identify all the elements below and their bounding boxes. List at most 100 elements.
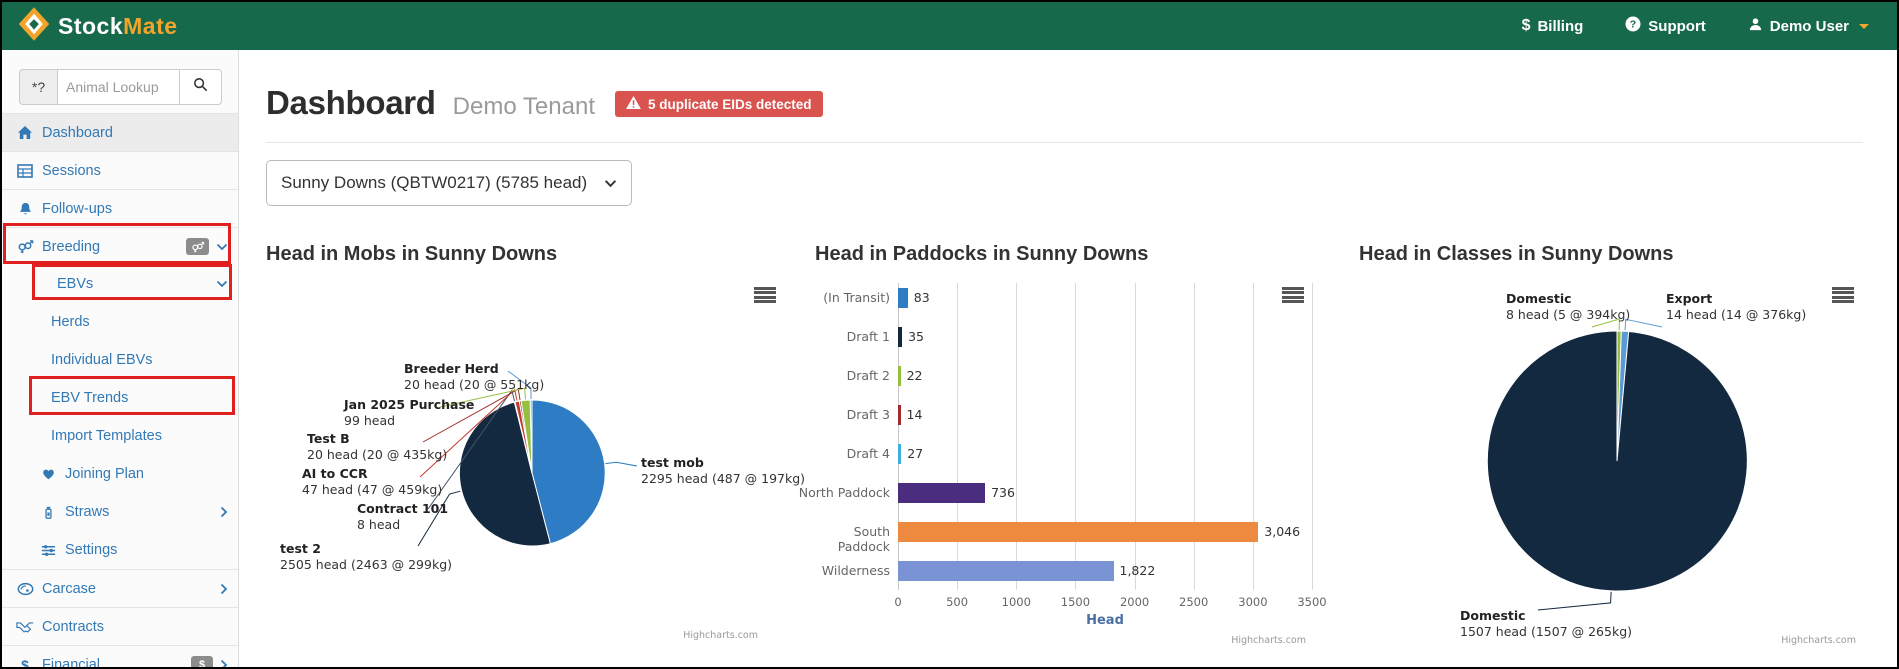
app-window: StockMate $ Billing ? Support Demo User <box>0 0 1899 669</box>
bar-draft-4[interactable] <box>898 444 902 464</box>
bar-draft-2[interactable] <box>898 366 901 386</box>
bar-chart-paddocks[interactable]: 0 500 1000 1500 2000 2500 3000 3500 (In Transit)… <box>798 237 1330 647</box>
gridline <box>1016 283 1018 590</box>
straw-icon <box>39 505 57 520</box>
search-icon <box>193 77 208 97</box>
bar-value-label: 736 <box>991 485 1015 500</box>
x-tick-label: 1500 <box>1060 595 1091 609</box>
sidebar-item-breeding[interactable]: Breeding <box>2 227 238 265</box>
lookup-addon: *? <box>19 69 57 105</box>
bar-in-transit[interactable] <box>898 288 908 308</box>
pie-label-breeder-herd: Breeder Herd 20 head (20 @ 551kg) <box>404 361 545 392</box>
bar-wilderness[interactable] <box>898 561 1114 581</box>
bar-north-paddock[interactable] <box>898 483 986 503</box>
bell-icon <box>16 201 34 217</box>
brand-logo[interactable]: StockMate <box>18 6 178 47</box>
sidebar-item-individual-ebvs[interactable]: Individual EBVs <box>2 341 238 379</box>
x-tick-label: 3500 <box>1297 595 1327 609</box>
gridline <box>1312 283 1313 590</box>
financial-badge: $ <box>191 656 213 667</box>
bar-south-paddock[interactable] <box>898 522 1259 542</box>
sidebar-item-label: Follow-ups <box>42 200 113 217</box>
chevron-right-icon[interactable] <box>220 659 228 667</box>
svg-text:?: ? <box>1630 19 1636 31</box>
highcharts-credit[interactable]: Highcharts.com <box>683 630 758 641</box>
pie-slice-domestic[interactable] <box>1486 330 1748 592</box>
stockmate-logo-icon <box>18 6 50 47</box>
brand-text: StockMate <box>58 12 178 39</box>
bar-value-label: 22 <box>906 368 923 383</box>
bar-category-label: Draft 4 <box>846 446 890 461</box>
sidebar-item-import-templates[interactable]: Import Templates <box>2 417 238 455</box>
billing-link[interactable]: $ Billing <box>1522 17 1584 35</box>
sidebar-item-contracts[interactable]: Contracts <box>2 607 238 645</box>
caret-down-icon <box>1859 23 1869 29</box>
pie-label-jan-2025-purchase: Jan 2025 Purchase 99 head <box>344 397 475 428</box>
x-tick-label: 1000 <box>1001 595 1031 609</box>
bar-category-label: Draft 1 <box>846 329 890 344</box>
bar-value-label: 27 <box>907 446 924 461</box>
sidebar-item-herds[interactable]: Herds <box>2 303 238 341</box>
bar-value-label: 83 <box>913 290 930 305</box>
x-tick-label: 0 <box>894 595 902 609</box>
gridline <box>1075 283 1077 590</box>
sidebar-item-carcase[interactable]: Carcase <box>2 569 238 607</box>
chevron-down-icon[interactable] <box>216 280 228 288</box>
sidebar: *? Dashboard Sessions Follow-ups Breeding EB… <box>2 50 239 667</box>
highcharts-credit[interactable]: Highcharts.com <box>1781 635 1856 646</box>
bar-draft-1[interactable] <box>898 327 903 347</box>
search-button[interactable] <box>180 69 222 105</box>
sidebar-item-joining-plan[interactable]: Joining Plan <box>2 455 238 493</box>
x-tick-label: 2500 <box>1179 595 1209 609</box>
sidebar-item-label: Import Templates <box>51 428 162 444</box>
sidebar-item-financial[interactable]: $ Financial $ <box>2 645 238 667</box>
duplicate-eids-alert[interactable]: 5 duplicate EIDs detected <box>614 91 823 117</box>
chevron-right-icon[interactable] <box>220 583 228 595</box>
question-circle-icon: ? <box>1625 16 1641 36</box>
bar-category-label: Draft 3 <box>846 407 890 422</box>
sidebar-item-ebv-trends[interactable]: EBV Trends <box>2 379 238 417</box>
animal-lookup-group: *? <box>19 69 222 105</box>
sidebar-item-label: Dashboard <box>42 124 113 141</box>
pie-label-test-mob: test mob 2295 head (487 @ 197kg) <box>641 455 806 486</box>
sidebar-item-follow-ups[interactable]: Follow-ups <box>2 189 238 227</box>
tenant-name: Demo Tenant <box>452 93 595 120</box>
animal-lookup-input[interactable] <box>57 69 180 105</box>
chevron-down-icon <box>604 173 617 193</box>
sidebar-item-sessions[interactable]: Sessions <box>2 151 238 189</box>
user-icon <box>1748 17 1763 36</box>
gridline <box>1134 283 1136 590</box>
dollar-icon: $ <box>1521 17 1531 34</box>
x-tick-label: 3000 <box>1238 595 1268 609</box>
sidebar-item-dashboard[interactable]: Dashboard <box>2 113 238 151</box>
sidebar-item-settings[interactable]: Settings <box>2 531 238 569</box>
heart-icon <box>39 467 57 481</box>
header-divider <box>266 142 1863 143</box>
gridline <box>1252 283 1254 590</box>
chevron-down-icon[interactable] <box>216 243 228 251</box>
support-link[interactable]: ? Support <box>1625 16 1706 36</box>
pie-label-test-2: test 2 2505 head (2463 @ 299kg) <box>280 541 453 572</box>
sidebar-item-label: Contracts <box>42 618 105 635</box>
bar-category-label: South Paddock <box>837 524 890 554</box>
highcharts-credit[interactable]: Highcharts.com <box>1231 635 1306 646</box>
chevron-right-icon[interactable] <box>220 506 228 518</box>
sidebar-menu: Dashboard Sessions Follow-ups Breeding EBVs H… <box>2 113 238 667</box>
sessions-icon <box>16 163 34 179</box>
bar-category-label: Draft 2 <box>846 368 890 383</box>
farm-select[interactable]: Sunny Downs (QBTW0217) (5785 head) <box>266 160 632 206</box>
charts-row: Head in Mobs in Sunny Downs test mob 2295… <box>266 237 1862 647</box>
sidebar-item-label: Breeding <box>42 238 101 255</box>
bar-draft-3[interactable] <box>898 405 901 425</box>
sidebar-item-label: Herds <box>51 314 90 330</box>
sidebar-item-label: Sessions <box>42 162 101 179</box>
chart-head-in-classes: Head in Classes in Sunny Downs Domestic 8… <box>1330 237 1862 647</box>
handshake-icon <box>16 620 34 633</box>
sidebar-item-label: Carcase <box>42 580 96 597</box>
sidebar-item-ebvs[interactable]: EBVs <box>2 265 238 303</box>
main-content: Dashboard Demo Tenant 5 duplicate EIDs d… <box>240 50 1897 667</box>
sidebar-item-label: Joining Plan <box>65 466 144 482</box>
sidebar-item-straws[interactable]: Straws <box>2 493 238 531</box>
user-menu[interactable]: Demo User <box>1748 17 1869 36</box>
pie-label-export: Export 14 head (14 @ 376kg) <box>1666 291 1807 322</box>
